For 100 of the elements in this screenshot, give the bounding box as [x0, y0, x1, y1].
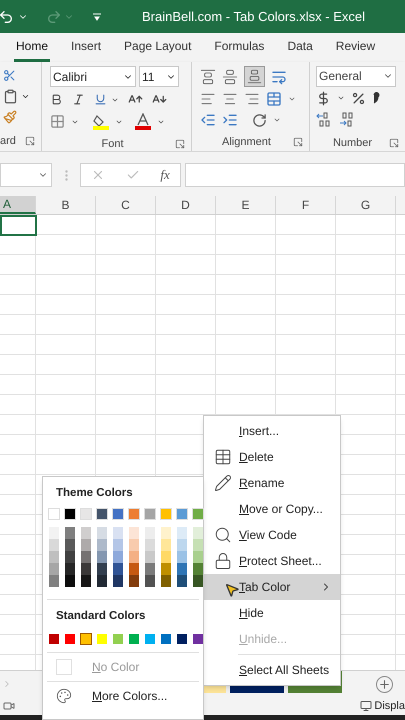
color-swatch[interactable]: [177, 634, 187, 644]
menu-item[interactable]: Hide: [204, 600, 340, 626]
color-swatch[interactable]: [65, 527, 75, 540]
color-swatch[interactable]: [177, 539, 187, 552]
column-header[interactable]: G: [336, 196, 396, 214]
no-color-swatch[interactable]: [56, 658, 72, 674]
dropdown-icon[interactable]: [337, 94, 345, 102]
color-swatch[interactable]: [161, 539, 171, 552]
color-swatch[interactable]: [65, 551, 75, 564]
color-swatch[interactable]: [64, 508, 76, 520]
top-align-icon[interactable]: [200, 68, 216, 84]
middle-align-icon[interactable]: [222, 68, 238, 84]
column-header[interactable]: C: [96, 196, 156, 214]
dialog-launcher-icon[interactable]: [175, 139, 185, 150]
color-swatch[interactable]: [65, 563, 75, 576]
color-swatch[interactable]: [177, 575, 187, 588]
color-swatch[interactable]: [97, 563, 107, 576]
macro-recording-icon[interactable]: [3, 700, 15, 712]
color-swatch[interactable]: [97, 634, 107, 644]
font-name-field[interactable]: Calibri: [50, 66, 136, 87]
color-swatch[interactable]: [129, 634, 139, 644]
customize-toolbar-icon[interactable]: [92, 12, 102, 22]
dropdown-icon[interactable]: [273, 116, 281, 124]
color-swatch[interactable]: [193, 575, 203, 588]
color-swatch[interactable]: [81, 551, 91, 564]
color-swatch[interactable]: [145, 634, 155, 644]
dialog-launcher-icon[interactable]: [389, 138, 399, 148]
wrap-text-icon[interactable]: [271, 68, 287, 84]
color-swatch[interactable]: [113, 575, 123, 588]
color-swatch[interactable]: [80, 508, 92, 520]
decrease-decimal-icon[interactable]: [339, 112, 354, 126]
color-swatch[interactable]: [161, 575, 171, 588]
color-swatch[interactable]: [193, 634, 203, 644]
color-swatch[interactable]: [49, 539, 59, 552]
color-swatch[interactable]: [65, 634, 75, 644]
color-swatch[interactable]: [145, 527, 155, 540]
color-swatch[interactable]: [145, 551, 155, 564]
fill-color-icon[interactable]: [93, 113, 109, 130]
color-swatch[interactable]: [129, 527, 139, 540]
color-swatch[interactable]: [113, 634, 123, 644]
dropdown-icon[interactable]: [21, 92, 30, 101]
align-left-icon[interactable]: [200, 91, 216, 107]
column-header[interactable]: F: [276, 196, 336, 214]
color-swatch[interactable]: [129, 551, 139, 564]
color-swatch[interactable]: [81, 563, 91, 576]
color-swatch[interactable]: [97, 527, 107, 540]
bottom-align-button[interactable]: [244, 66, 265, 87]
color-swatch[interactable]: [96, 508, 108, 520]
ribbon-tab[interactable]: Data: [285, 37, 315, 62]
color-swatch[interactable]: [192, 508, 204, 520]
increase-indent-icon[interactable]: [222, 112, 238, 128]
number-format-field[interactable]: General: [316, 66, 396, 86]
font-color-icon[interactable]: [135, 113, 151, 130]
display-settings-label[interactable]: Displa: [374, 698, 405, 714]
color-swatch[interactable]: [97, 539, 107, 552]
more-colors-option[interactable]: More Colors...: [92, 686, 168, 704]
undo-icon[interactable]: [0, 8, 14, 24]
insert-function-button[interactable]: fx: [160, 165, 170, 185]
color-swatch[interactable]: [81, 539, 91, 552]
column-header[interactable]: D: [156, 196, 216, 214]
color-swatch[interactable]: [97, 551, 107, 564]
color-swatch[interactable]: [48, 508, 60, 520]
orientation-icon[interactable]: [252, 112, 267, 128]
color-swatch[interactable]: [161, 563, 171, 576]
paste-icon[interactable]: [3, 89, 18, 104]
color-swatch[interactable]: [176, 508, 188, 520]
menu-item[interactable]: Select All Sheets: [204, 657, 340, 683]
color-swatch[interactable]: [81, 527, 91, 540]
color-swatch[interactable]: [112, 508, 124, 520]
color-swatch[interactable]: [129, 563, 139, 576]
currency-icon[interactable]: [316, 90, 331, 106]
ribbon-tab[interactable]: Insert: [69, 37, 104, 62]
color-swatch[interactable]: [128, 508, 140, 520]
color-swatch[interactable]: [65, 539, 75, 552]
dialog-launcher-icon[interactable]: [293, 137, 303, 148]
menu-item[interactable]: View Code: [204, 522, 340, 548]
menu-item[interactable]: Rename: [204, 470, 340, 496]
formula-input[interactable]: [185, 163, 405, 187]
borders-icon[interactable]: [50, 114, 65, 129]
menu-item[interactable]: Move or Copy...: [204, 496, 340, 522]
color-swatch[interactable]: [160, 508, 172, 520]
color-swatch[interactable]: [161, 527, 171, 540]
color-swatch[interactable]: [81, 634, 91, 644]
dropdown-icon[interactable]: [288, 95, 296, 103]
color-swatch[interactable]: [49, 551, 59, 564]
menu-item[interactable]: Tab Color: [204, 574, 340, 600]
menu-item[interactable]: Delete: [204, 444, 340, 470]
drag-handle-icon[interactable]: [64, 170, 68, 180]
align-right-icon[interactable]: [244, 91, 260, 107]
bold-icon[interactable]: [50, 93, 63, 106]
color-swatch[interactable]: [113, 527, 123, 540]
percent-icon[interactable]: [351, 90, 366, 106]
color-swatch[interactable]: [49, 634, 59, 644]
color-swatch[interactable]: [129, 539, 139, 552]
underline-icon[interactable]: [94, 93, 107, 106]
color-swatch[interactable]: [49, 527, 59, 540]
color-swatch[interactable]: [113, 563, 123, 576]
column-header[interactable]: E: [216, 196, 276, 214]
selected-cell[interactable]: [0, 215, 37, 236]
font-size-field[interactable]: 11: [139, 66, 179, 87]
